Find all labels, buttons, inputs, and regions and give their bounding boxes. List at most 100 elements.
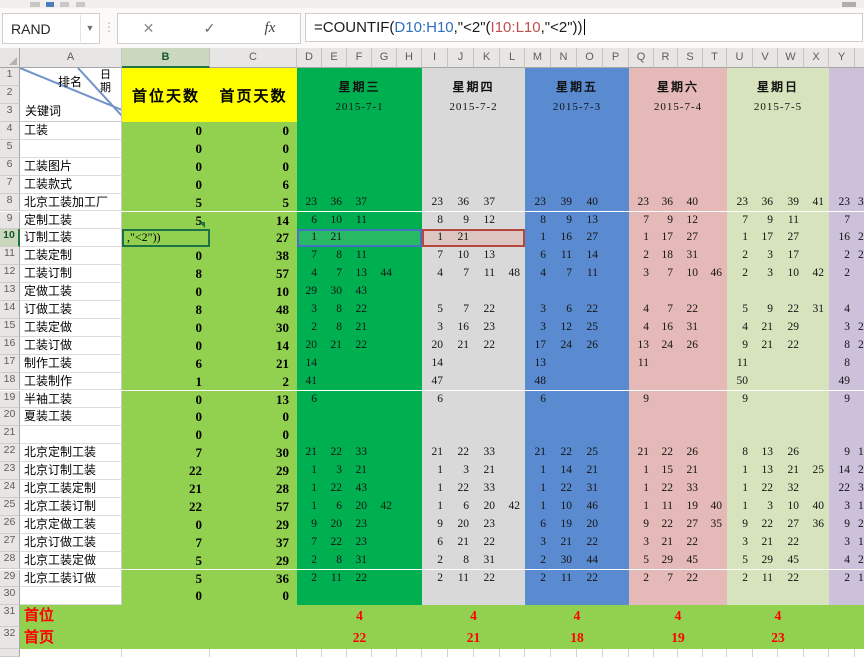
cell-R28[interactable]: 29 xyxy=(654,552,678,570)
cell-V13[interactable] xyxy=(753,283,778,301)
cell-L18[interactable] xyxy=(500,373,525,391)
cell-X25[interactable]: 40 xyxy=(804,498,829,516)
cell-I13[interactable] xyxy=(422,283,448,301)
cell-C28[interactable]: 29 xyxy=(210,552,297,570)
cell-W19[interactable] xyxy=(778,391,804,409)
cell-X28[interactable] xyxy=(804,552,829,570)
cell-T24[interactable] xyxy=(703,480,727,498)
cell-L7[interactable] xyxy=(500,176,525,194)
cell-W27[interactable]: 22 xyxy=(778,534,804,552)
cell-B22[interactable]: 7 xyxy=(122,444,210,462)
cell-F13[interactable]: 43 xyxy=(347,283,372,301)
cell-A24[interactable]: 北京工装定制 xyxy=(20,480,122,498)
cell-R7[interactable] xyxy=(654,176,678,194)
column-header-K[interactable]: K xyxy=(474,48,500,68)
cell-D7[interactable] xyxy=(297,176,322,194)
cell-Y10[interactable]: 16 xyxy=(829,229,855,247)
cell-Z8[interactable]: 3 xyxy=(855,194,864,212)
cell-I4[interactable] xyxy=(422,122,448,140)
cell-J22[interactable]: 22 xyxy=(448,444,474,462)
chevron-down-icon[interactable]: ▼ xyxy=(80,15,99,42)
cell-C30[interactable]: 0 xyxy=(210,587,297,605)
cell-F14[interactable]: 22 xyxy=(347,301,372,319)
cell-W28[interactable]: 45 xyxy=(778,552,804,570)
cell-W22[interactable]: 26 xyxy=(778,444,804,462)
cell-V22[interactable]: 13 xyxy=(753,444,778,462)
cell-W14[interactable]: 22 xyxy=(778,301,804,319)
cell-H6[interactable] xyxy=(397,158,422,176)
cell-L25[interactable]: 42 xyxy=(500,498,525,516)
cell-O5[interactable] xyxy=(577,140,603,158)
cell-V11[interactable]: 3 xyxy=(753,247,778,265)
cell-T11[interactable] xyxy=(703,247,727,265)
column-header-S[interactable]: S xyxy=(678,48,703,68)
cell-F17[interactable] xyxy=(347,355,372,373)
col-b-days-header[interactable]: 首位天数 xyxy=(122,68,210,122)
cell-E12[interactable]: 7 xyxy=(322,265,347,283)
cell-N18[interactable] xyxy=(551,373,577,391)
column-header-C[interactable]: C xyxy=(210,48,297,68)
cell-X6[interactable] xyxy=(804,158,829,176)
cell-Y21[interactable] xyxy=(829,426,855,444)
cell-N22[interactable]: 22 xyxy=(551,444,577,462)
cell-M8[interactable]: 23 xyxy=(525,194,551,212)
cell-C20[interactable]: 0 xyxy=(210,408,297,426)
cell-Y13[interactable] xyxy=(829,283,855,301)
cell-F8[interactable]: 37 xyxy=(347,194,372,212)
cell-I19[interactable]: 6 xyxy=(422,391,448,409)
cell-Z18[interactable] xyxy=(855,373,864,391)
cell-O29[interactable]: 22 xyxy=(577,570,603,588)
cell-H25[interactable] xyxy=(397,498,422,516)
cell-R30[interactable] xyxy=(654,587,678,605)
cell-U24[interactable]: 1 xyxy=(727,480,753,498)
cell-G4[interactable] xyxy=(372,122,397,140)
cell-R21[interactable] xyxy=(654,426,678,444)
cell-S5[interactable] xyxy=(678,140,703,158)
week-header-2[interactable]: 星期四2015-7-2 xyxy=(422,68,525,122)
cell-A16[interactable]: 工装订做 xyxy=(20,337,122,355)
cell-G24[interactable] xyxy=(372,480,397,498)
cell-D26[interactable]: 9 xyxy=(297,516,322,534)
cell-E21[interactable] xyxy=(322,426,347,444)
cell-V7[interactable] xyxy=(753,176,778,194)
cell-P18[interactable] xyxy=(603,373,629,391)
cell-X24[interactable] xyxy=(804,480,829,498)
cell-F19[interactable] xyxy=(347,391,372,409)
cell-P27[interactable] xyxy=(603,534,629,552)
cell-P20[interactable] xyxy=(603,408,629,426)
cell-M12[interactable]: 4 xyxy=(525,265,551,283)
cell-K7[interactable] xyxy=(474,176,500,194)
cell-L21[interactable] xyxy=(500,426,525,444)
cell-G21[interactable] xyxy=(372,426,397,444)
cell-M15[interactable]: 3 xyxy=(525,319,551,337)
cell-P29[interactable] xyxy=(603,570,629,588)
cell-C23[interactable]: 29 xyxy=(210,462,297,480)
summary-value-31-5[interactable]: 4 xyxy=(727,605,829,627)
cell-Z30[interactable] xyxy=(855,587,864,605)
cell-X14[interactable]: 31 xyxy=(804,301,829,319)
cell-O25[interactable]: 46 xyxy=(577,498,603,516)
cell-Y7[interactable] xyxy=(829,176,855,194)
cell-S12[interactable]: 10 xyxy=(678,265,703,283)
cell-B13[interactable]: 0 xyxy=(122,283,210,301)
cell-Y4[interactable] xyxy=(829,122,855,140)
cell-W17[interactable] xyxy=(778,355,804,373)
cell-Q30[interactable] xyxy=(629,587,654,605)
cell-A20[interactable]: 夏装工装 xyxy=(20,408,122,426)
cell-I25[interactable]: 1 xyxy=(422,498,448,516)
cell-F4[interactable] xyxy=(347,122,372,140)
summary-value-31-1[interactable]: 4 xyxy=(297,605,422,627)
row-header-5[interactable]: 5 xyxy=(0,140,20,158)
cell-G30[interactable] xyxy=(372,587,397,605)
cell-V12[interactable]: 3 xyxy=(753,265,778,283)
cell-H15[interactable] xyxy=(397,319,422,337)
cell-O10[interactable]: 27 xyxy=(577,229,603,247)
cell-M17[interactable]: 13 xyxy=(525,355,551,373)
cell-H20[interactable] xyxy=(397,408,422,426)
cell-W29[interactable]: 22 xyxy=(778,570,804,588)
row-header-15[interactable]: 15 xyxy=(0,319,20,337)
cell-M13[interactable] xyxy=(525,283,551,301)
cell-X15[interactable] xyxy=(804,319,829,337)
cell-N28[interactable]: 30 xyxy=(551,552,577,570)
cell-R24[interactable]: 22 xyxy=(654,480,678,498)
